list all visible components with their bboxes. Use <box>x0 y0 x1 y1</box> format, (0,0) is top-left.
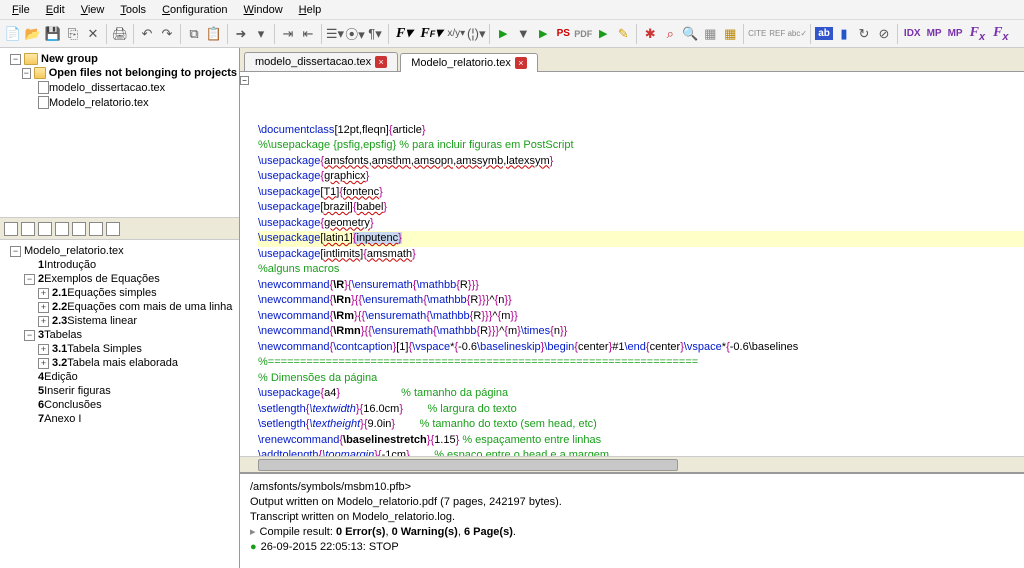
copy-icon[interactable]: ⧉ <box>185 25 203 43</box>
code-editor[interactable]: − \documentclass[12pt,fleqn]{article}%\u… <box>240 72 1024 456</box>
book-icon[interactable]: ▮ <box>835 25 853 43</box>
output-line: Output written on Modelo_relatorio.pdf (… <box>250 495 1014 510</box>
tree-root[interactable]: −New group <box>2 52 237 66</box>
sb-icon[interactable] <box>106 222 120 236</box>
save-icon[interactable]: 💾 <box>44 25 62 43</box>
outdent-icon[interactable]: ⇤ <box>299 25 317 43</box>
new-icon[interactable]: 📄 <box>4 25 22 43</box>
structure-subitem[interactable]: +2.1 Equações simples <box>2 286 237 300</box>
menu-view[interactable]: View <box>73 2 113 18</box>
structure-root[interactable]: −Modelo_relatorio.tex <box>2 244 237 258</box>
structure-subitem[interactable]: +3.2 Tabela mais elaborada <box>2 356 237 370</box>
menu-window[interactable]: Window <box>236 2 291 18</box>
sb-icon[interactable] <box>89 222 103 236</box>
dropdown-icon[interactable]: ▾ <box>252 25 270 43</box>
tab-1[interactable]: modelo_dissertacao.tex× <box>244 52 398 71</box>
sb-icon[interactable] <box>4 222 18 236</box>
cite-icon[interactable]: CITE <box>748 25 766 43</box>
grid-icon[interactable]: ▦ <box>701 25 719 43</box>
horizontal-scrollbar[interactable] <box>240 456 1024 472</box>
save-all-icon[interactable]: ⎘ <box>64 25 82 43</box>
ps-icon[interactable]: PS <box>554 25 572 43</box>
fold-icon[interactable]: − <box>240 76 249 85</box>
fx2-icon[interactable]: Fx <box>990 25 1011 43</box>
sb-icon[interactable] <box>38 222 52 236</box>
idx-icon[interactable]: IDX <box>902 28 923 39</box>
paste-icon[interactable]: 📋 <box>205 25 223 43</box>
build-icon[interactable]: ▶ <box>534 25 552 43</box>
menu-bar: File Edit View Tools Configuration Windo… <box>0 0 1024 20</box>
undo-icon[interactable]: ↶ <box>138 25 156 43</box>
open-icon[interactable]: 📂 <box>24 25 42 43</box>
structure-subitem[interactable]: +3.1 Tabela Simples <box>2 342 237 356</box>
structure-item[interactable]: 4 Edição <box>2 370 237 384</box>
close-icon[interactable]: × <box>515 57 527 69</box>
list-icon[interactable]: ☰▾ <box>326 25 344 43</box>
project-tree: −New group −Open files not belonging to … <box>0 48 239 218</box>
sb-icon[interactable] <box>72 222 86 236</box>
output-compile-result: Compile result: 0 Error(s), 0 Warning(s)… <box>250 525 1014 540</box>
tree-file-1[interactable]: modelo_dissertacao.tex <box>2 80 237 95</box>
zoom-icon[interactable]: 🔍 <box>681 25 699 43</box>
tree-file-2[interactable]: Modelo_relatorio.tex <box>2 95 237 110</box>
pdf-icon[interactable]: PDF <box>574 25 592 43</box>
structure-item[interactable]: 5 Inserir figuras <box>2 384 237 398</box>
structure-subitem[interactable]: +2.3 Sistema linear <box>2 314 237 328</box>
font-f-icon[interactable]: F▾ <box>393 25 415 42</box>
editor-tabs: modelo_dissertacao.tex× Modelo_relatorio… <box>240 48 1024 72</box>
menu-file[interactable]: File <box>4 2 38 18</box>
tab-2[interactable]: Modelo_relatorio.tex× <box>400 53 538 72</box>
toolbar: 📄 📂 💾 ⎘ ✕ 🖨 ↶ ↷ ⧉ 📋 ➜ ▾ ⇥ ⇤ ☰▾ ⦿▾ ¶▾ F▾ … <box>0 20 1024 48</box>
cancel-icon[interactable]: ⊘ <box>875 25 893 43</box>
goto-icon[interactable]: ➜ <box>232 25 250 43</box>
menu-edit[interactable]: Edit <box>38 2 73 18</box>
menu-config[interactable]: Configuration <box>154 2 235 18</box>
brackets-icon[interactable]: (¦)▾ <box>467 25 485 43</box>
output-line: Transcript written on Modelo_relatorio.l… <box>250 510 1014 525</box>
sb-icon[interactable] <box>21 222 35 236</box>
pilcrow-icon[interactable]: ¶▾ <box>366 25 384 43</box>
structure-item[interactable]: −3 Tabelas <box>2 328 237 342</box>
close-icon[interactable]: × <box>375 56 387 68</box>
structure-item[interactable]: −2 Exemplos de Equações <box>2 272 237 286</box>
ab-icon[interactable]: ab <box>815 27 833 40</box>
mp1-icon[interactable]: MP <box>925 28 944 39</box>
structure-item[interactable]: 1 Introdução <box>2 258 237 272</box>
output-line: /amsfonts/symbols/msbm10.pfb> <box>250 480 1014 495</box>
output-panel: /amsfonts/symbols/msbm10.pfb>Output writ… <box>240 472 1024 568</box>
grid2-icon[interactable]: ▦ <box>721 25 739 43</box>
tree-group[interactable]: −Open files not belonging to projects <box>2 66 237 80</box>
compile-icon[interactable]: ▶ <box>494 25 512 43</box>
structure-toolbar <box>0 218 239 240</box>
close-icon[interactable]: ✕ <box>84 25 102 43</box>
menu-tools[interactable]: Tools <box>112 2 154 18</box>
refresh-icon[interactable]: ↻ <box>855 25 873 43</box>
structure-tree: −Modelo_relatorio.tex 1 Introdução−2 Exe… <box>0 240 239 568</box>
view-icon[interactable]: ▶ <box>594 25 612 43</box>
xy-icon[interactable]: x/y▾ <box>447 25 465 43</box>
structure-item[interactable]: 7 Anexo I <box>2 412 237 426</box>
pencil-icon[interactable]: ✎ <box>614 25 632 43</box>
structure-item[interactable]: 6 Conclusões <box>2 398 237 412</box>
font-size-icon[interactable]: FF▾ <box>417 25 445 42</box>
print-icon[interactable]: 🖨 <box>111 25 129 43</box>
structure-subitem[interactable]: +2.2 Equações com mais de uma linha <box>2 300 237 314</box>
indent-icon[interactable]: ⇥ <box>279 25 297 43</box>
sb-icon[interactable] <box>55 222 69 236</box>
output-timestamp: 26-09-2015 22:05:13: STOP <box>250 540 1014 555</box>
mp2-icon[interactable]: MP <box>946 28 965 39</box>
menu-help[interactable]: Help <box>291 2 330 18</box>
abc-icon[interactable]: abc✓ <box>788 25 806 43</box>
fx1-icon[interactable]: Fx <box>967 25 988 43</box>
ref-icon[interactable]: REF <box>768 25 786 43</box>
search-icon[interactable]: ✱ <box>641 25 659 43</box>
replace-icon[interactable]: ⌕ <box>661 25 679 43</box>
redo-icon[interactable]: ↷ <box>158 25 176 43</box>
sidebar: −New group −Open files not belonging to … <box>0 48 240 568</box>
stop-icon[interactable]: ▼ <box>514 25 532 43</box>
enum-icon[interactable]: ⦿▾ <box>346 25 364 43</box>
